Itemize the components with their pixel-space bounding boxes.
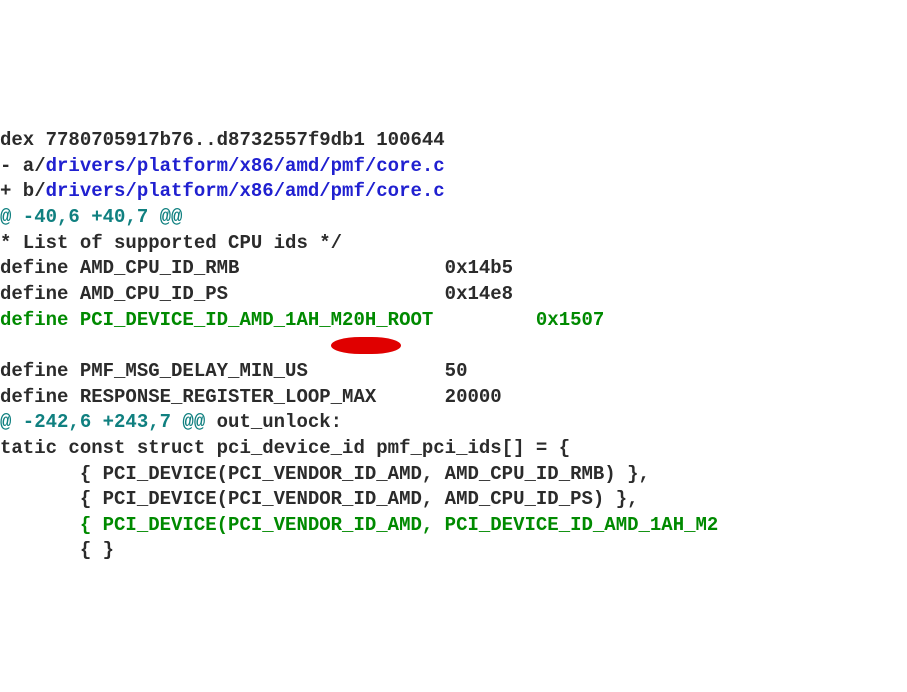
diff-arr-ps: { PCI_DEVICE(PCI_VENDOR_ID_AMD, AMD_CPU_…: [0, 488, 639, 510]
diff-block: dex 7780705917b76..d8732557f9db1 100644 …: [0, 103, 907, 565]
diff-arr-rmb: { PCI_DEVICE(PCI_VENDOR_ID_AMD, AMD_CPU_…: [0, 463, 650, 485]
diff-def-ps: define AMD_CPU_ID_PS 0x14e8: [0, 283, 513, 305]
diff-arr-added: { PCI_DEVICE(PCI_VENDOR_ID_AMD, PCI_DEVI…: [0, 514, 718, 536]
diff-def-rmb: define AMD_CPU_ID_RMB 0x14b5: [0, 257, 513, 279]
diff-static-line: tatic const struct pci_device_id pmf_pci…: [0, 437, 570, 459]
diff-index-line: dex 7780705917b76..d8732557f9db1 100644: [0, 129, 445, 151]
diff-hunk2-header-line: @ -242,6 +243,7 @@ out_unlock:: [0, 411, 342, 433]
diff-file-a: drivers/platform/x86/amd/pmf/core.c: [46, 155, 445, 177]
annotation-mark: [0, 334, 401, 356]
diff-def-loop: define RESPONSE_REGISTER_LOOP_MAX 20000: [0, 386, 502, 408]
diff-ctx-cpuids: * List of supported CPU ids */: [0, 232, 342, 254]
diff-file-b: drivers/platform/x86/amd/pmf/core.c: [46, 180, 445, 202]
diff-def-delay: define PMF_MSG_DELAY_MIN_US 50: [0, 360, 467, 382]
diff-plus-prefix: + b/: [0, 180, 46, 202]
diff-minus-prefix: - a/: [0, 155, 46, 177]
diff-added-def: define PCI_DEVICE_ID_AMD_1AH_M20H_ROOT 0…: [0, 309, 604, 331]
diff-hunk1-header: @ -40,6 +40,7 @@: [0, 206, 182, 228]
diff-arr-end: { }: [0, 539, 114, 561]
